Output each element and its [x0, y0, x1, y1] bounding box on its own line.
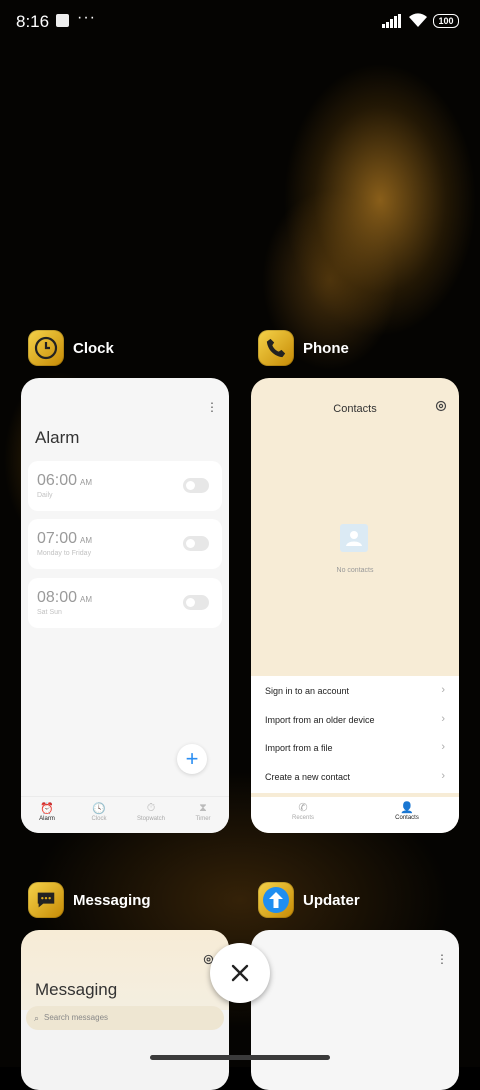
more-options-icon: ⋮ [436, 952, 448, 966]
updater-app-icon [258, 882, 294, 918]
stopwatch-icon: ⏱ [146, 802, 156, 814]
person-icon: 👤 [400, 802, 414, 814]
messaging-app-name: Messaging [73, 891, 151, 909]
chevron-right-icon: › [441, 770, 445, 782]
alarm-repeat: Monday to Friday [37, 550, 92, 557]
phone-app-header[interactable]: Phone [258, 330, 349, 366]
alarm-toggle [183, 595, 209, 610]
phone-app-icon [258, 330, 294, 366]
option-create-contact: Create a new contact › [265, 770, 445, 782]
clock-app-card[interactable]: ⋮ Alarm 06:00 AM Daily 07:00 AM Monday to … [21, 378, 229, 833]
phone-app-name: Phone [303, 339, 349, 357]
tab-clock: 🕓 Clock [73, 797, 125, 833]
alarm-item: 08:00 AM Sat Sun [28, 578, 222, 628]
alarm-toggle [183, 478, 209, 493]
alarm-item: 06:00 AM Daily [28, 461, 222, 511]
clock-app-header[interactable]: Clock [28, 330, 114, 366]
more-options-icon: ⋮ [206, 400, 218, 414]
tab-alarm: ⏰ Alarm [21, 797, 73, 833]
messaging-app-header[interactable]: Messaging [28, 882, 151, 918]
signal-icon [382, 14, 401, 28]
alarm-repeat: Sat Sun [37, 609, 62, 616]
updater-app-name: Updater [303, 891, 360, 909]
chevron-right-icon: › [441, 713, 445, 725]
messaging-screen-title: Messaging [35, 980, 118, 999]
no-contacts-text: No contacts [336, 567, 374, 574]
clock-app-icon [28, 330, 64, 366]
gear-icon [435, 400, 447, 412]
empty-contacts-icon [340, 524, 368, 552]
contacts-options-list: Sign in to an account › Import from an ol… [251, 676, 459, 794]
alarm-toggle [183, 536, 209, 551]
clock-app-name: Clock [73, 339, 114, 357]
updater-app-header[interactable]: Updater [258, 882, 360, 918]
notification-icon [56, 14, 69, 27]
wifi-icon [409, 13, 427, 27]
status-bar: 8:16 ··· 100 [0, 0, 480, 44]
alarm-icon: ⏰ [40, 803, 54, 815]
more-notifications-icon: ··· [77, 9, 96, 26]
tab-stopwatch: ⏱ Stopwatch [125, 797, 177, 833]
alarm-item: 07:00 AM Monday to Friday [28, 519, 222, 569]
chevron-right-icon: › [441, 741, 445, 753]
contacts-title: Contacts [333, 403, 377, 415]
updater-app-card[interactable]: ⋮ [251, 930, 459, 1090]
hourglass-icon: ⧗ [199, 802, 207, 814]
phone-app-card[interactable]: Contacts No contacts Sign in to an accou… [251, 378, 459, 833]
messaging-app-card[interactable]: Messaging ⌕ Search messages [21, 930, 229, 1090]
add-alarm-icon: + [177, 744, 207, 774]
tab-timer: ⧗ Timer [177, 797, 229, 833]
alarm-screen-title: Alarm [35, 428, 80, 447]
option-import-device: Import from an older device › [265, 713, 445, 725]
phone-tab-bar: ✆ Recents 👤 Contacts [251, 793, 459, 833]
alarm-time: 06:00 AM [37, 472, 93, 489]
option-sign-in: Sign in to an account › [265, 684, 445, 696]
search-icon: ⌕ [34, 1013, 40, 1023]
status-time: 8:16 [16, 12, 50, 31]
home-indicator[interactable] [150, 1055, 330, 1060]
chevron-right-icon: › [441, 684, 445, 696]
tab-recents: ✆ Recents [251, 797, 355, 833]
tab-contacts: 👤 Contacts [355, 797, 459, 833]
close-icon [231, 964, 249, 982]
phone-icon: ✆ [298, 802, 308, 814]
alarm-time: 07:00 AM [37, 530, 93, 547]
alarm-time: 08:00 AM [37, 589, 93, 606]
battery-indicator: 100 [433, 14, 459, 28]
clock-tab-bar: ⏰ Alarm 🕓 Clock ⏱ Stopwatch ⧗ Timer [21, 796, 229, 833]
search-messages-field: ⌕ Search messages [26, 1006, 224, 1030]
clock-icon: 🕓 [92, 803, 106, 815]
alarm-repeat: Daily [37, 492, 53, 499]
option-import-file: Import from a file › [265, 741, 445, 753]
messaging-app-icon [28, 882, 64, 918]
clear-all-button[interactable] [210, 943, 270, 1003]
